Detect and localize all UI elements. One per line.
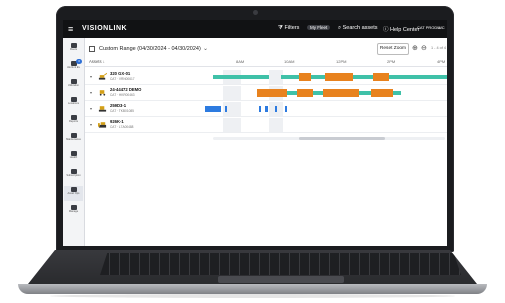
sidebar-item-reports[interactable]: Reports [64, 114, 83, 129]
dozer-icon [98, 122, 107, 128]
sidebar-item-fleets[interactable]: Fleets [64, 42, 83, 57]
time-tick: 10AM [284, 59, 295, 64]
other-segment [205, 106, 221, 112]
zoom-in-icon[interactable]: ⊕ [412, 44, 418, 52]
other-segment [285, 106, 287, 112]
reset-zoom-button[interactable]: Reset Zoom [377, 43, 409, 55]
asset-timeline[interactable] [205, 102, 447, 116]
other-segment [225, 106, 227, 112]
laptop-lid: ≡ VISIONLINK ⧩ Filters My Fleet ⌕ Search… [56, 6, 454, 252]
laptop-front-edge [18, 284, 487, 294]
off-hours-band [223, 118, 241, 132]
chevron-down-icon[interactable]: ▾ [90, 74, 92, 79]
idle-segment [313, 91, 323, 95]
asset-name[interactable]: 320 GX-01 [110, 71, 130, 76]
shadow [50, 294, 455, 298]
pagination-label: 1 - 4 of 4 [431, 46, 446, 50]
chevron-down-icon[interactable]: ▾ [90, 122, 92, 127]
keyboard-deck [28, 250, 477, 284]
sidebar-item-manage[interactable]: Manage [64, 204, 83, 219]
idle-segment [389, 75, 447, 79]
time-tick: 4PM [437, 59, 446, 64]
off-hours-band [269, 118, 283, 132]
filter-icon: ⧩ [278, 25, 283, 31]
sidebar-item-maintenance[interactable]: Maintenance [64, 132, 83, 147]
working-segment [297, 89, 313, 97]
my-fleet-selector[interactable]: My Fleet [307, 25, 331, 30]
app-logo[interactable]: VISIONLINK [82, 25, 127, 32]
idle-segment [213, 75, 269, 79]
chevron-down-icon[interactable]: ⌄ [203, 45, 208, 52]
idle-segment [311, 75, 325, 79]
date-range-selector[interactable]: Custom Range (04/30/2024 - 04/30/2024) [99, 46, 201, 52]
asset-timeline[interactable] [213, 86, 447, 100]
time-tick: 12PM [336, 59, 347, 64]
other-segment [275, 106, 277, 112]
working-segment [323, 89, 359, 97]
skid-steer-icon [98, 106, 107, 112]
laptop-base [0, 250, 505, 303]
table-row[interactable]: ▾ 259D3-1 CAT · TKB01085 [85, 102, 447, 117]
filters-button[interactable]: ⧩ Filters [278, 25, 299, 32]
top-navigation-bar: ≡ VISIONLINK ⧩ Filters My Fleet ⌕ Search… [63, 20, 447, 38]
scrollbar-thumb[interactable] [299, 137, 385, 140]
trackpad [218, 276, 344, 283]
loader-icon [99, 90, 106, 96]
idle-segment [393, 91, 401, 95]
sidebar-item-subscription[interactable]: Subscription [64, 168, 83, 183]
chevron-down-icon[interactable]: ▾ [90, 90, 92, 95]
table-row[interactable]: ▾ 320 GX-01 CAT · VRN00617 [85, 70, 447, 85]
zoom-out-icon[interactable]: ⊖ [421, 44, 427, 52]
working-segment [373, 73, 389, 81]
asset-serial: CAT · L7A00488 [110, 125, 134, 129]
idle-segment [287, 91, 297, 95]
other-segment [265, 106, 268, 112]
keyboard [100, 253, 461, 275]
alerts-badge: 3 [76, 59, 82, 64]
timeline-scrollbar[interactable] [213, 137, 445, 140]
asset-timeline[interactable] [213, 70, 447, 84]
laptop-frame: ≡ VISIONLINK ⧩ Filters My Fleet ⌕ Search… [0, 0, 505, 303]
table-row[interactable]: ▾ 926K-1 CAT · L7A00488 [85, 118, 447, 133]
timeline-toolbar: Custom Range (04/30/2024 - 04/30/2024) ⌄… [85, 42, 446, 56]
sidebar-item-alerts[interactable]: 3 Alerts & Ev [64, 59, 83, 75]
idle-segment [359, 91, 371, 95]
asset-serial: CAT · TKB01085 [110, 109, 134, 113]
working-segment [371, 89, 393, 97]
sidebar-item-locations[interactable]: Locations [64, 96, 83, 111]
idle-segment [281, 75, 299, 79]
help-icon: ⓘ [383, 27, 389, 33]
asset-serial: CAT · VRN00617 [110, 77, 135, 81]
app-screen: ≡ VISIONLINK ⧩ Filters My Fleet ⌕ Search… [63, 20, 447, 246]
excavator-icon [98, 72, 107, 80]
time-tick: 8AM [236, 59, 245, 64]
working-segment [325, 73, 353, 81]
asset-serial: CAT · HKR00463 [110, 93, 135, 97]
calendar-icon[interactable] [89, 46, 95, 52]
chevron-down-icon[interactable]: ▾ [90, 106, 92, 111]
idle-segment [353, 75, 373, 79]
webcam [253, 10, 258, 15]
timeline-header: Assets ↓ 8AM 10AM 12PM 2PM 4PM [85, 58, 447, 67]
sidebar: Fleets 3 Alerts & Ev Utilization Locatio… [63, 38, 85, 246]
sidebar-item-health[interactable]: Health [64, 150, 83, 165]
working-segment [299, 73, 311, 81]
menu-icon[interactable]: ≡ [68, 24, 73, 34]
table-row[interactable]: ▾ 24-44472 DEMO CAT · HKR00463 [85, 86, 447, 101]
search-assets-button[interactable]: ⌕ Search assets [338, 25, 377, 32]
user-avatar[interactable]: WC [438, 25, 445, 30]
asset-name[interactable]: 24-44472 DEMO [110, 87, 141, 92]
search-icon: ⌕ [338, 25, 342, 31]
off-hours-band [223, 86, 241, 100]
asset-timeline[interactable] [213, 118, 447, 132]
asset-name[interactable]: 259D3-1 [110, 103, 126, 108]
sidebar-item-asset-ops[interactable]: Asset Ops [64, 186, 83, 201]
sidebar-item-utilization[interactable]: Utilization [64, 78, 83, 93]
help-center-link[interactable]: ⓘ Help Center [383, 25, 419, 33]
asset-name[interactable]: 926K-1 [110, 119, 124, 124]
other-segment [259, 106, 261, 112]
assets-column-header[interactable]: Assets ↓ [89, 59, 105, 64]
time-tick: 2PM [387, 59, 396, 64]
working-segment [257, 89, 287, 97]
